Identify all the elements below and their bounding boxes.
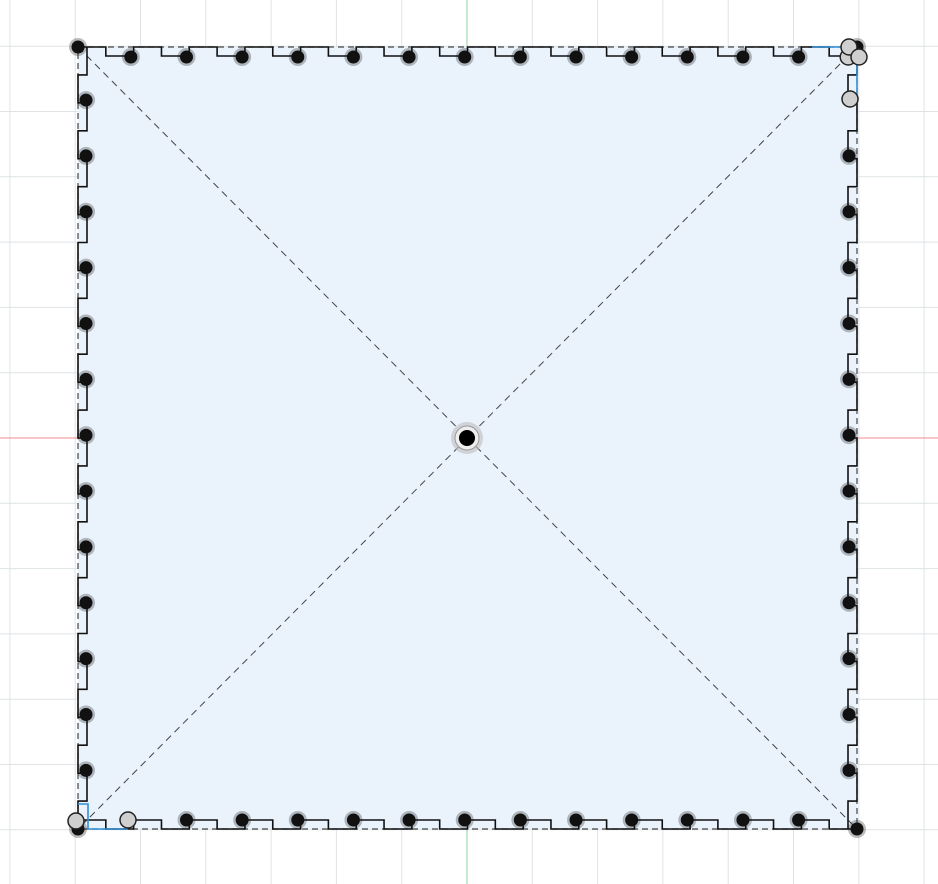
sketch-point[interactable] bbox=[842, 652, 856, 666]
sketch-point[interactable] bbox=[235, 50, 249, 64]
sketch-point[interactable] bbox=[513, 813, 527, 827]
sketch-point[interactable] bbox=[119, 811, 137, 829]
sketch-point[interactable] bbox=[842, 540, 856, 554]
sketch-point[interactable] bbox=[235, 813, 249, 827]
sketch-point[interactable] bbox=[458, 50, 472, 64]
sketch-point[interactable] bbox=[680, 813, 694, 827]
sketch-point[interactable] bbox=[842, 149, 856, 163]
sketch-point[interactable] bbox=[842, 707, 856, 721]
sketch-point[interactable] bbox=[842, 316, 856, 330]
sketch-point[interactable] bbox=[402, 813, 416, 827]
origin-point-icon[interactable] bbox=[451, 422, 483, 454]
sketch-point[interactable] bbox=[842, 261, 856, 275]
sketch-point[interactable] bbox=[402, 50, 416, 64]
sketch-point[interactable] bbox=[79, 372, 93, 386]
sketch-point[interactable] bbox=[79, 484, 93, 498]
sketch-point[interactable] bbox=[736, 813, 750, 827]
sketch-viewport[interactable] bbox=[0, 0, 938, 884]
sketch-point[interactable] bbox=[842, 428, 856, 442]
sketch-point[interactable] bbox=[124, 50, 138, 64]
sketch-point[interactable] bbox=[842, 372, 856, 386]
sketch-point[interactable] bbox=[625, 813, 639, 827]
sketch-point[interactable] bbox=[291, 813, 305, 827]
sketch-point[interactable] bbox=[291, 50, 305, 64]
sketch-point[interactable] bbox=[67, 812, 85, 830]
sketch-point[interactable] bbox=[850, 48, 868, 66]
sketch-point[interactable] bbox=[792, 50, 806, 64]
sketch-point[interactable] bbox=[842, 205, 856, 219]
sketch-point[interactable] bbox=[79, 93, 93, 107]
sketch-point[interactable] bbox=[569, 813, 583, 827]
sketch-point[interactable] bbox=[71, 40, 85, 54]
sketch-point[interactable] bbox=[180, 813, 194, 827]
sketch-point[interactable] bbox=[79, 540, 93, 554]
sketch-point[interactable] bbox=[842, 763, 856, 777]
origin-point[interactable] bbox=[459, 430, 475, 446]
sketch-point[interactable] bbox=[841, 90, 859, 108]
sketch-point[interactable] bbox=[458, 813, 472, 827]
sketch-point[interactable] bbox=[79, 428, 93, 442]
sketch-point[interactable] bbox=[842, 484, 856, 498]
sketch-point[interactable] bbox=[79, 261, 93, 275]
sketch-point[interactable] bbox=[79, 652, 93, 666]
sketch-point[interactable] bbox=[625, 50, 639, 64]
sketch-point[interactable] bbox=[842, 596, 856, 610]
sketch-point[interactable] bbox=[79, 596, 93, 610]
sketch-point[interactable] bbox=[346, 813, 360, 827]
sketch-point[interactable] bbox=[569, 50, 583, 64]
sketch-point[interactable] bbox=[79, 205, 93, 219]
sketch-point[interactable] bbox=[513, 50, 527, 64]
sketch-point[interactable] bbox=[180, 50, 194, 64]
sketch-point[interactable] bbox=[680, 50, 694, 64]
sketch-point[interactable] bbox=[736, 50, 750, 64]
sketch-canvas[interactable] bbox=[0, 0, 938, 884]
sketch-point[interactable] bbox=[79, 763, 93, 777]
sketch-point[interactable] bbox=[850, 822, 864, 836]
sketch-point[interactable] bbox=[79, 707, 93, 721]
sketch-point[interactable] bbox=[79, 316, 93, 330]
sketch-point[interactable] bbox=[792, 813, 806, 827]
sketch-point[interactable] bbox=[346, 50, 360, 64]
sketch-point[interactable] bbox=[79, 149, 93, 163]
